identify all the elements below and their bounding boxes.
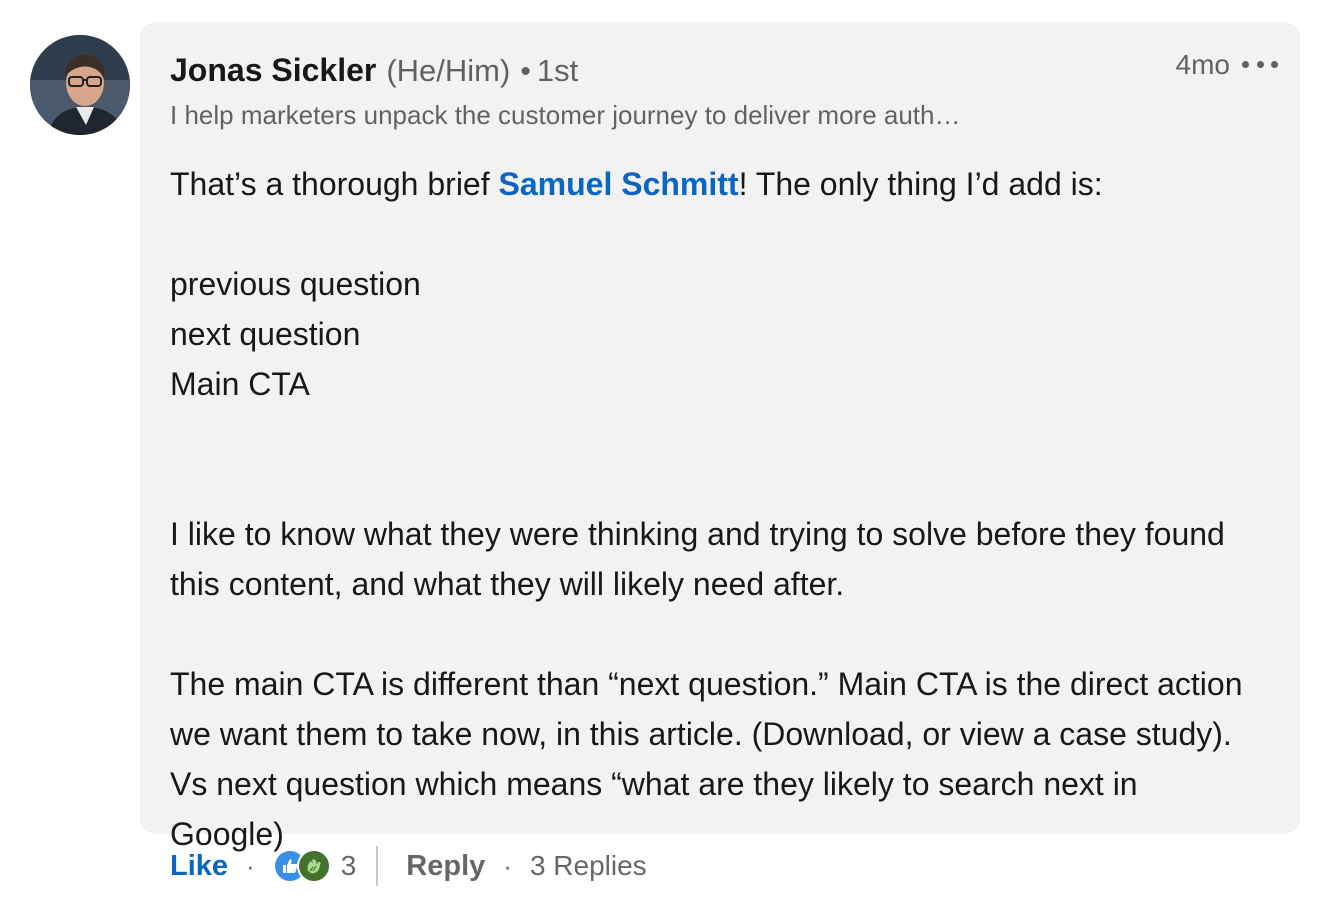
comment-timestamp: 4mo	[1175, 49, 1230, 80]
author-name[interactable]: Jonas Sickler	[170, 52, 376, 88]
action-separator: ·	[246, 850, 255, 881]
comment-paragraph: The main CTA is different than “next que…	[170, 666, 1243, 852]
more-options-button[interactable]	[1242, 52, 1278, 76]
mention-link[interactable]: Samuel Schmitt	[499, 166, 739, 202]
comment-intro: That’s a thorough brief Samuel Schmitt! …	[170, 166, 1103, 202]
like-button[interactable]: Like	[170, 850, 228, 883]
comment-body: That’s a thorough brief Samuel Schmitt! …	[170, 159, 1260, 859]
author-avatar[interactable]	[30, 35, 130, 135]
reactions-summary[interactable]: 3	[272, 849, 357, 883]
connection-degree: 1st	[536, 53, 579, 88]
author-pronouns: (He/Him)	[386, 53, 511, 88]
reaction-count: 3	[340, 850, 357, 881]
action-separator: ·	[503, 850, 512, 881]
reply-button[interactable]: Reply	[406, 850, 485, 883]
celebrate-reaction-icon	[296, 849, 331, 883]
comment-paragraph: I like to know what they were thinking a…	[170, 516, 1225, 602]
view-replies-link[interactable]: 3 Replies	[530, 850, 647, 882]
header-separator: •	[520, 55, 531, 88]
divider	[376, 846, 379, 886]
list-item: previous question	[170, 266, 421, 302]
comment-bubble: Jonas Sickler (He/Him) • 1st I help markete…	[140, 22, 1300, 852]
comment-header: Jonas Sickler (He/Him) • 1st	[170, 52, 578, 89]
person-portrait-icon	[30, 35, 130, 135]
author-headline[interactable]: I help marketers unpack the customer jou…	[170, 100, 961, 131]
list-item: next question	[170, 316, 361, 352]
ellipsis-horizontal-icon	[1242, 60, 1249, 68]
comment-actions: Like · 3 Reply · 3 Replies	[170, 838, 647, 894]
list-item: Main CTA	[170, 366, 310, 402]
